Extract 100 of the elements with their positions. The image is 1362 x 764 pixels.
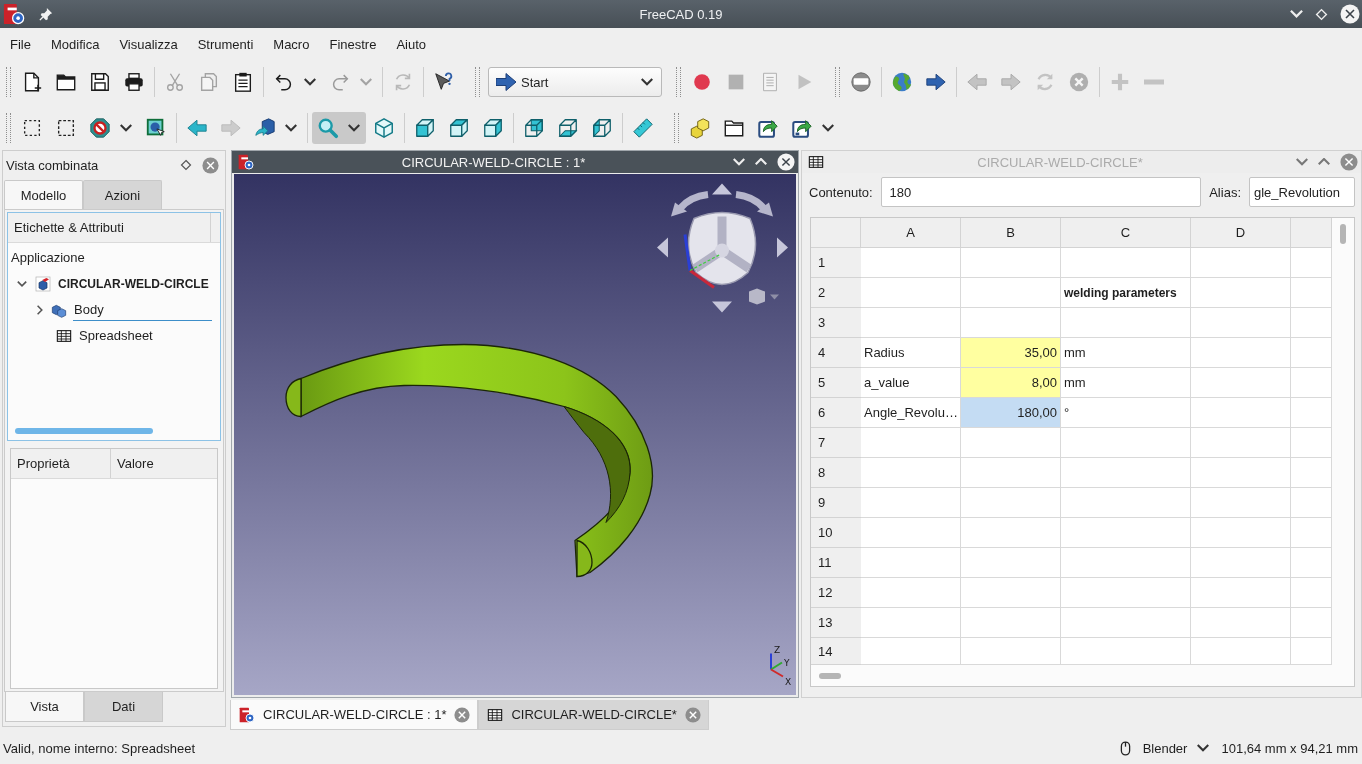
table-cell[interactable]: a_value [861, 368, 961, 398]
table-cell[interactable] [861, 638, 961, 665]
table-cell[interactable] [1061, 248, 1191, 278]
table-cell[interactable] [1061, 638, 1191, 665]
table-cell[interactable] [961, 308, 1061, 338]
table-cell[interactable] [1191, 248, 1291, 278]
chevron-up-icon[interactable] [1318, 158, 1330, 166]
table-cell[interactable] [861, 578, 961, 608]
table-cell[interactable] [961, 488, 1061, 518]
column-header[interactable]: A [861, 218, 961, 248]
menu-item[interactable]: Strumenti [187, 33, 264, 55]
diamond-icon[interactable] [180, 159, 192, 171]
table-cell[interactable] [1061, 608, 1191, 638]
column-header[interactable]: C [1061, 218, 1191, 248]
tree-item[interactable]: Spreadsheet [78, 325, 212, 347]
table-cell[interactable] [1191, 548, 1291, 578]
row-header[interactable]: 2 [811, 278, 861, 308]
table-cell[interactable] [1191, 308, 1291, 338]
table-cell[interactable]: ° [1061, 398, 1191, 428]
table-cell[interactable] [1061, 578, 1191, 608]
tab[interactable]: Modello [4, 180, 83, 209]
tab[interactable]: Dati [84, 692, 163, 722]
toolbar-handle[interactable] [6, 67, 11, 97]
table-cell[interactable] [1191, 518, 1291, 548]
alias-field[interactable]: gle_Revolution [1249, 177, 1355, 207]
tree-item[interactable]: CIRCULAR-WELD-CIRCLE [57, 273, 212, 295]
tab[interactable]: CIRCULAR-WELD-CIRCLE : 1* [230, 700, 479, 730]
table-cell[interactable] [1191, 578, 1291, 608]
table-cell[interactable]: 180,00 [961, 398, 1061, 428]
table-cell[interactable] [1291, 608, 1332, 638]
row-header[interactable]: 10 [811, 518, 861, 548]
table-cell[interactable] [1191, 338, 1291, 368]
table-cell[interactable] [1291, 308, 1332, 338]
table-cell[interactable] [961, 548, 1061, 578]
table-cell[interactable] [1061, 428, 1191, 458]
table-cell[interactable] [1191, 488, 1291, 518]
menu-item[interactable]: File [0, 33, 41, 55]
table-cell[interactable] [1191, 608, 1291, 638]
row-header[interactable]: 3 [811, 308, 861, 338]
chevron-down-icon[interactable] [17, 281, 27, 287]
tree-item[interactable]: Applicazione [8, 245, 220, 271]
column-header[interactable]: B [961, 218, 1061, 248]
table-cell[interactable] [1061, 458, 1191, 488]
toolbar-handle[interactable] [674, 113, 679, 143]
tab[interactable]: Azioni [83, 180, 162, 209]
workbench-dropdown[interactable]: Start [488, 67, 662, 97]
table-cell[interactable] [1061, 518, 1191, 548]
menu-item[interactable]: Modifica [40, 33, 110, 55]
row-header[interactable]: 7 [811, 428, 861, 458]
row-header[interactable]: 9 [811, 488, 861, 518]
table-cell[interactable] [1291, 398, 1332, 428]
table-cell[interactable] [1291, 278, 1332, 308]
scrollbar-handle[interactable] [819, 672, 841, 679]
tab[interactable]: CIRCULAR-WELD-CIRCLE* [478, 700, 709, 730]
menu-item[interactable]: Finestre [319, 33, 387, 55]
row-header[interactable]: 14 [811, 638, 861, 665]
navigation-cube[interactable] [657, 183, 788, 313]
table-cell[interactable] [1291, 488, 1332, 518]
row-header[interactable]: 12 [811, 578, 861, 608]
table-cell[interactable] [961, 638, 1061, 665]
table-cell[interactable] [1191, 638, 1291, 665]
table-cell[interactable] [1291, 638, 1332, 665]
navigation-style-button[interactable]: Blender [1136, 740, 1216, 756]
table-cell[interactable] [961, 458, 1061, 488]
close-icon[interactable] [1340, 4, 1360, 24]
table-cell[interactable] [1291, 578, 1332, 608]
table-cell[interactable] [1291, 548, 1332, 578]
content-field[interactable]: 180 [880, 177, 1202, 207]
table-cell[interactable] [861, 278, 961, 308]
row-header[interactable]: 6 [811, 398, 861, 428]
column-header[interactable]: D [1191, 218, 1291, 248]
table-cell[interactable] [1191, 398, 1291, 428]
scrollbar-handle[interactable] [1340, 224, 1346, 244]
table-cell[interactable] [1191, 458, 1291, 488]
table-cell[interactable]: mm [1061, 368, 1191, 398]
tab[interactable]: Vista [5, 692, 84, 722]
column-header[interactable] [1291, 218, 1332, 248]
table-cell[interactable]: Angle_Revolu… [861, 398, 961, 428]
table-cell[interactable] [961, 278, 1061, 308]
table-cell[interactable] [1061, 308, 1191, 338]
menu-item[interactable]: Aiuto [386, 33, 437, 55]
table-cell[interactable]: 8,00 [961, 368, 1061, 398]
table-cell[interactable] [861, 458, 961, 488]
toolbar-handle[interactable] [676, 67, 681, 97]
table-cell[interactable] [1291, 338, 1332, 368]
table-cell[interactable] [961, 428, 1061, 458]
table-cell[interactable]: 35,00 [961, 338, 1061, 368]
table-cell[interactable] [1191, 428, 1291, 458]
table-cell[interactable] [1061, 488, 1191, 518]
toolbar-handle[interactable] [6, 113, 11, 143]
column-header[interactable]: Proprietà [11, 449, 111, 478]
pin-icon[interactable] [39, 7, 53, 21]
table-cell[interactable] [1191, 368, 1291, 398]
scrollbar-handle[interactable] [15, 428, 153, 434]
table-cell[interactable]: welding parameters [1061, 278, 1191, 308]
row-header[interactable]: 11 [811, 548, 861, 578]
table-cell[interactable]: mm [1061, 338, 1191, 368]
column-header[interactable]: Valore [111, 449, 217, 478]
close-icon[interactable] [777, 153, 795, 171]
table-cell[interactable] [961, 518, 1061, 548]
